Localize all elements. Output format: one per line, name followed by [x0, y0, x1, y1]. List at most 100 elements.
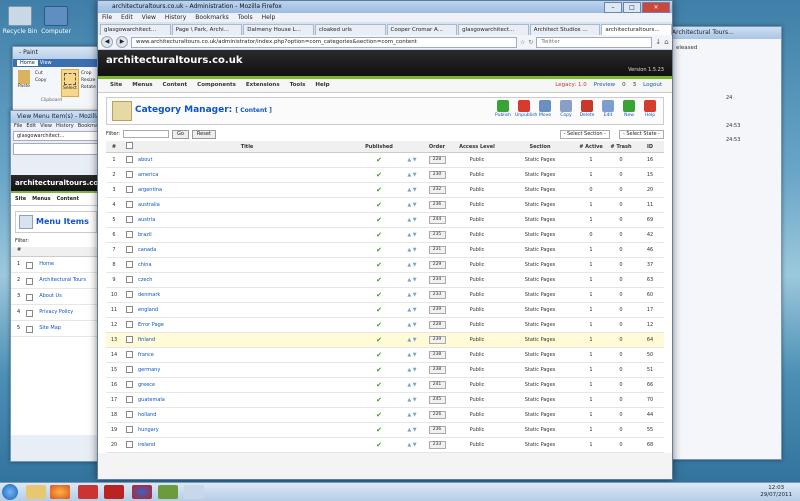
- section-link[interactable]: Static Pages: [504, 437, 576, 453]
- copy-button[interactable]: Copy: [557, 100, 575, 118]
- browser-tab[interactable]: glasgowarchitect...: [458, 24, 529, 35]
- row-checkbox-cell[interactable]: [122, 227, 136, 243]
- row-checkbox[interactable]: [125, 185, 133, 193]
- paint-tab-view[interactable]: View: [40, 60, 52, 66]
- order-down-icon[interactable]: ▼: [413, 367, 417, 373]
- row-checkbox-cell[interactable]: [122, 302, 136, 318]
- section-link[interactable]: Static Pages: [504, 302, 576, 318]
- row-checkbox[interactable]: [125, 380, 133, 388]
- move-button[interactable]: Move: [536, 100, 554, 118]
- published-check-icon[interactable]: ✔: [376, 441, 382, 449]
- order-down-icon[interactable]: ▼: [413, 172, 417, 178]
- published-toggle[interactable]: ✔: [358, 377, 400, 393]
- order-up-icon[interactable]: ▲: [407, 322, 411, 328]
- col-order[interactable]: Order: [424, 141, 450, 153]
- published-toggle[interactable]: ✔: [358, 422, 400, 438]
- menu-view[interactable]: View: [142, 13, 156, 22]
- access-level-link[interactable]: Public: [450, 197, 504, 213]
- menu-edit[interactable]: Edit: [26, 123, 36, 129]
- order-up-icon[interactable]: ▲: [407, 262, 411, 268]
- order-input[interactable]: 239: [428, 306, 446, 314]
- published-check-icon[interactable]: ✔: [376, 321, 382, 329]
- firefox-icon[interactable]: [50, 485, 70, 499]
- recycle-bin-icon[interactable]: Recycle Bin: [2, 6, 38, 35]
- category-title-link[interactable]: denmark: [136, 287, 358, 303]
- order-down-icon[interactable]: ▼: [413, 337, 417, 343]
- col-access[interactable]: Access Level: [450, 141, 504, 153]
- category-title-link[interactable]: about: [136, 152, 358, 168]
- menu-file[interactable]: File: [102, 13, 112, 22]
- order-input[interactable]: 245: [428, 396, 446, 404]
- maximize-button[interactable]: □: [623, 2, 641, 13]
- section-link[interactable]: Static Pages: [504, 452, 576, 453]
- menu-window-tab[interactable]: glasgowarchitect...: [13, 131, 99, 141]
- category-title-link[interactable]: france: [136, 347, 358, 363]
- category-title-link[interactable]: czech: [136, 272, 358, 288]
- category-title-link[interactable]: israel: [136, 452, 358, 453]
- menu-edit[interactable]: Edit: [121, 13, 133, 22]
- category-title-link[interactable]: holland: [136, 407, 358, 423]
- published-check-icon[interactable]: ✔: [376, 186, 382, 194]
- table-row[interactable]: 7 canada ✔ ▲ ▼ 231 Public Static Pages 1 0 46: [106, 242, 664, 258]
- access-level-link[interactable]: Public: [450, 332, 504, 348]
- order-down-icon[interactable]: ▼: [413, 187, 417, 193]
- access-level-link[interactable]: Public: [450, 287, 504, 303]
- published-toggle[interactable]: ✔: [358, 302, 400, 318]
- access-level-link[interactable]: Public: [450, 242, 504, 258]
- published-check-icon[interactable]: ✔: [376, 351, 382, 359]
- published-check-icon[interactable]: ✔: [376, 381, 382, 389]
- reset-button[interactable]: Reset: [191, 129, 216, 139]
- browser-tab-active[interactable]: architecturaltours...: [601, 24, 672, 35]
- order-down-icon[interactable]: ▼: [413, 427, 417, 433]
- published-check-icon[interactable]: ✔: [376, 231, 382, 239]
- table-row[interactable]: 21 israel✔▲ ▼237PublicStatic Pages1054: [106, 452, 664, 453]
- row-checkbox[interactable]: [125, 230, 133, 238]
- section-link[interactable]: Static Pages: [504, 407, 576, 423]
- menu-row[interactable]: 3 About Us: [11, 289, 101, 305]
- row-checkbox[interactable]: [125, 275, 133, 283]
- firefox-window[interactable]: architecturaltours.co.uk - Administratio…: [97, 0, 673, 480]
- table-row[interactable]: 12 Error Page ✔ ▲ ▼ 228 Public Static Pages 1 0 1…: [106, 317, 664, 333]
- section-link[interactable]: Static Pages: [504, 377, 576, 393]
- row-checkbox[interactable]: [125, 170, 133, 178]
- category-title-link[interactable]: ireland: [136, 437, 358, 453]
- col-id[interactable]: ID: [636, 141, 664, 153]
- published-check-icon[interactable]: ✔: [376, 171, 382, 179]
- row-checkbox-cell[interactable]: [122, 152, 136, 168]
- section-link[interactable]: Static Pages: [504, 347, 576, 363]
- published-check-icon[interactable]: ✔: [376, 426, 382, 434]
- published-toggle[interactable]: ✔: [358, 332, 400, 348]
- table-row[interactable]: 5 austria ✔ ▲ ▼ 244 Public Static Pages 1 0 69: [106, 212, 664, 228]
- order-input[interactable]: 244: [428, 216, 446, 224]
- table-row[interactable]: 8 china ✔ ▲ ▼ 229 Public Static Pages 1 0 37: [106, 257, 664, 273]
- order-input[interactable]: 234: [428, 276, 446, 284]
- copy-button[interactable]: Copy: [35, 77, 46, 84]
- bookmark-star-icon[interactable]: ☆: [520, 39, 525, 46]
- order-down-icon[interactable]: ▼: [413, 277, 417, 283]
- order-input[interactable]: 239: [428, 336, 446, 344]
- menu-history[interactable]: History: [165, 13, 186, 22]
- menu-file[interactable]: File: [14, 123, 22, 129]
- access-level-link[interactable]: Public: [450, 437, 504, 453]
- menu-admin-menus[interactable]: Menus: [32, 196, 50, 202]
- published-check-icon[interactable]: ✔: [376, 261, 382, 269]
- url-input[interactable]: www.architecturaltours.co.uk/administrat…: [131, 36, 517, 48]
- order-up-icon[interactable]: ▲: [407, 157, 411, 163]
- table-row[interactable]: 1 about ✔ ▲ ▼ 228 Public Static Pages 1 0 16: [106, 152, 664, 168]
- order-up-icon[interactable]: ▲: [407, 187, 411, 193]
- table-row[interactable]: 19 hungary ✔ ▲ ▼ 236 Public Static Pages 1 0 55: [106, 422, 664, 438]
- category-title-link[interactable]: argentina: [136, 182, 358, 198]
- row-checkbox-cell[interactable]: [122, 257, 136, 273]
- menu-row[interactable]: 1 Home: [11, 257, 101, 273]
- access-level-link[interactable]: Public: [450, 377, 504, 393]
- section-link[interactable]: Static Pages: [504, 197, 576, 213]
- access-level-link[interactable]: Public: [450, 347, 504, 363]
- section-link[interactable]: Static Pages: [504, 212, 576, 228]
- access-level-link[interactable]: Public: [450, 362, 504, 378]
- system-clock[interactable]: 12:03 29/07/2011: [760, 485, 792, 499]
- select-button[interactable]: Select: [61, 69, 79, 97]
- minimize-button[interactable]: –: [604, 2, 622, 13]
- right-background-window[interactable]: Architectural Tours... eleased 24 24:53 …: [665, 26, 782, 460]
- messages-count[interactable]: 0: [622, 79, 626, 92]
- access-level-link[interactable]: Public: [450, 182, 504, 198]
